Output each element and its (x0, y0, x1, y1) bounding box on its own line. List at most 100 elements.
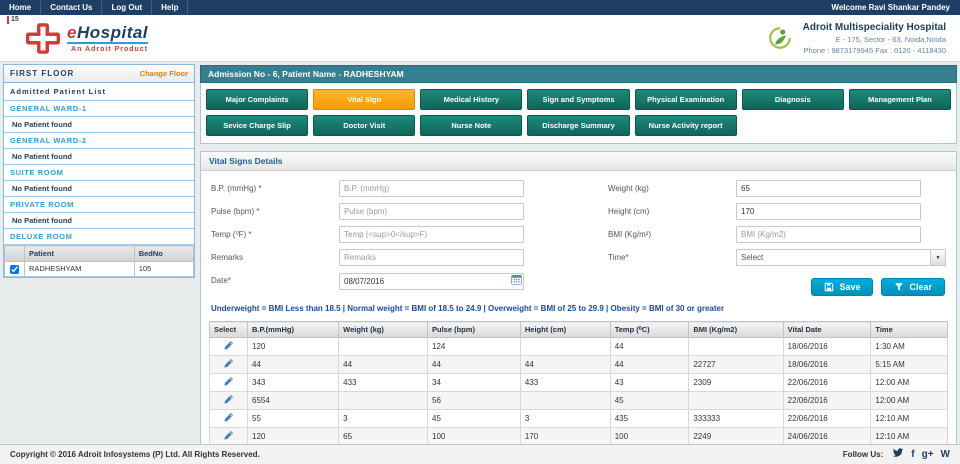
nav-button-doctor-visit[interactable]: Doctor Visit (313, 115, 415, 136)
bp-label: B.P. (mmHg) * (211, 184, 339, 193)
edit-icon[interactable] (223, 358, 234, 369)
hospital-info: Adroit Multispeciality Hospital E - 175,… (767, 22, 950, 55)
logo-badge: 15 (7, 16, 19, 24)
remarks-label: Remarks (211, 253, 339, 262)
vital-row: 3434333443343230922/06/201612:00 AM (210, 374, 948, 392)
vital-cell (339, 392, 428, 410)
vital-col-header-weight-kg-: Weight (kg) (339, 322, 428, 338)
brand-subtitle: An Adroit Product (67, 46, 148, 53)
sidebar-ward-general-ward-1[interactable]: GENERAL WARD-1 (4, 101, 194, 117)
topbar-link-help[interactable]: Help (152, 0, 188, 15)
pulse-input[interactable] (339, 203, 524, 220)
edit-icon[interactable] (223, 394, 234, 405)
vital-row: 44444444442272718/06/20165:15 AM (210, 356, 948, 374)
patient-checkbox[interactable] (10, 265, 19, 274)
ward-status: No Patient found (4, 149, 194, 165)
sidebar-ward-deluxe-room[interactable]: DELUXE ROOM (4, 229, 194, 245)
edit-icon[interactable] (223, 376, 234, 387)
height-label: Height (cm) (608, 207, 736, 216)
height-input[interactable] (736, 203, 921, 220)
change-floor-link[interactable]: Change Floor (140, 69, 188, 78)
clear-button[interactable]: Clear (881, 278, 945, 296)
vital-row: 6554564522/06/201612:00 AM (210, 392, 948, 410)
nav-button-sevice-charge-slip[interactable]: Sevice Charge Slip (206, 115, 308, 136)
temp-input[interactable] (339, 226, 524, 243)
sidebar-header: FIRST FLOOR Change Floor (4, 65, 194, 83)
vital-cell: 18/06/2016 (783, 356, 871, 374)
calendar-icon[interactable] (511, 274, 522, 285)
sidebar-ward-suite-room[interactable]: SUITE ROOM (4, 165, 194, 181)
nav-row-1: Major ComplaintsVital SignMedical Histor… (206, 89, 951, 110)
vital-cell: 18/06/2016 (783, 338, 871, 356)
vital-row: 1201244418/06/20161:30 AM (210, 338, 948, 356)
follow-us-label: Follow Us: (843, 450, 883, 459)
vital-cell: 44 (428, 356, 521, 374)
nav-button-nurse-activity-report[interactable]: Nurse Activity report (635, 115, 737, 136)
nav-button-nurse-note[interactable]: Nurse Note (420, 115, 522, 136)
date-input[interactable] (339, 273, 524, 290)
vital-cell: 100 (428, 428, 521, 446)
nav-row-2: Sevice Charge SlipDoctor VisitNurse Note… (206, 115, 951, 136)
edit-icon[interactable] (223, 412, 234, 423)
nav-button-discharge-summary[interactable]: Discharge Summary (527, 115, 629, 136)
social-bar: Follow Us: f g+ W (843, 447, 950, 463)
vital-cell: 12:10 AM (871, 428, 948, 446)
vital-cell: 43 (610, 374, 689, 392)
topbar-link-log-out[interactable]: Log Out (102, 0, 152, 15)
hospital-phone: Phone : 9873179945 Fax : 0120 - 4118430 (803, 46, 946, 55)
red-cross-icon (26, 23, 60, 54)
copyright-text: Copyright © 2016 Adroit Infosystems (P) … (10, 450, 260, 459)
time-label: Time* (608, 253, 736, 262)
vital-table-head-row: SelectB.P.(mmHg)Weight (kg)Pulse (bpm)He… (210, 322, 948, 338)
vital-cell: 24/06/2016 (783, 428, 871, 446)
weight-input[interactable] (736, 180, 921, 197)
vital-row: 55345343533333322/06/201612:10 AM (210, 410, 948, 428)
vital-cell: 45 (428, 410, 521, 428)
facebook-icon[interactable]: f (911, 449, 914, 461)
patient-nav-panel: Major ComplaintsVital SignMedical Histor… (200, 83, 957, 144)
vital-cell: 100 (610, 428, 689, 446)
pulse-label: Pulse (bpm) * (211, 207, 339, 216)
wordpress-icon[interactable]: W (941, 449, 950, 461)
app-header: 15 eHospital An Adroit Product (0, 15, 960, 62)
ward-list: GENERAL WARD-1No Patient foundGENERAL WA… (4, 101, 194, 245)
clear-filter-icon (894, 282, 904, 292)
edit-icon[interactable] (223, 430, 234, 441)
vital-cell: 6554 (248, 392, 339, 410)
vital-signs-form: B.P. (mmHg) * Pulse (bpm) * Temp (⁰F) * … (201, 171, 956, 296)
bp-input[interactable] (339, 180, 524, 197)
nav-button-diagnosis[interactable]: Diagnosis (742, 89, 844, 110)
vital-cell: 124 (428, 338, 521, 356)
vital-cell (689, 338, 783, 356)
bmi-input[interactable] (736, 226, 921, 243)
vital-col-header-pulse-bpm-: Pulse (bpm) (428, 322, 521, 338)
nav-button-major-complaints[interactable]: Major Complaints (206, 89, 308, 110)
nav-button-physical-examination[interactable]: Physical Examination (635, 89, 737, 110)
nav-button-medical-history[interactable]: Medical History (420, 89, 522, 110)
ward-status: No Patient found (4, 213, 194, 229)
vital-cell: 120 (248, 338, 339, 356)
page-footer: Copyright © 2016 Adroit Infosystems (P) … (0, 444, 960, 464)
nav-button-management-plan[interactable]: Management Plan (849, 89, 951, 110)
nav-button-sign-and-symptoms[interactable]: Sign and Symptoms (527, 89, 629, 110)
nav-button-vital-sign[interactable]: Vital Sign (313, 89, 415, 110)
topbar-link-home[interactable]: Home (0, 0, 41, 15)
topbar-links: HomeContact UsLog OutHelp (0, 0, 188, 15)
vital-cell: 433 (520, 374, 610, 392)
vital-cell: 44 (520, 356, 610, 374)
sidebar-ward-private-room[interactable]: PRIVATE ROOM (4, 197, 194, 213)
google-plus-icon[interactable]: g+ (922, 449, 934, 461)
admitted-patient-list-title: Admitted Patient List (4, 83, 194, 101)
edit-icon[interactable] (223, 340, 234, 351)
time-select[interactable]: Select ▼ (736, 249, 946, 266)
vital-cell: 22/06/2016 (783, 392, 871, 410)
sidebar-ward-general-ward-2[interactable]: GENERAL WARD-2 (4, 133, 194, 149)
vital-cell (520, 392, 610, 410)
patient-rows: RADHESHYAM105 (5, 262, 194, 277)
remarks-input[interactable] (339, 249, 524, 266)
vital-row: 12065100170100224924/06/201612:10 AM (210, 428, 948, 446)
ward-status: No Patient found (4, 117, 194, 133)
topbar-link-contact-us[interactable]: Contact Us (41, 0, 102, 15)
twitter-icon[interactable] (892, 447, 904, 463)
save-button[interactable]: Save (811, 278, 873, 296)
